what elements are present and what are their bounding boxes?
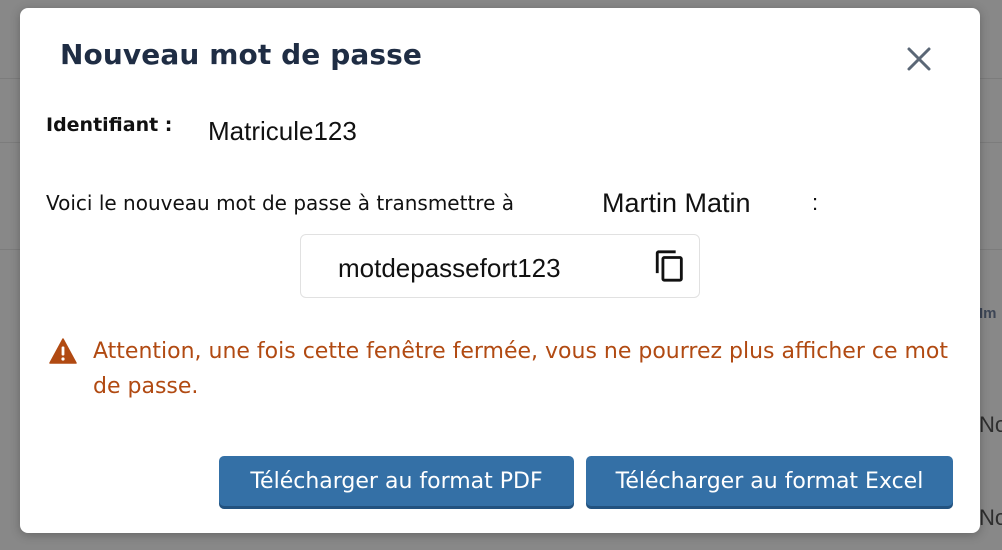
identifier-value: Matricule123: [208, 116, 357, 146]
dialog-title: Nouveau mot de passe: [60, 38, 423, 71]
close-button[interactable]: [904, 44, 934, 74]
message-text: Voici le nouveau mot de passe à transmet…: [46, 191, 514, 215]
background-row-text: No: [979, 412, 1002, 437]
password-value[interactable]: motdepassefort123: [338, 253, 561, 284]
close-icon: [907, 47, 931, 71]
download-pdf-button[interactable]: Télécharger au format PDF: [219, 456, 574, 506]
message-row: Voici le nouveau mot de passe à transmet…: [46, 188, 818, 218]
recipient-name: Martin Matin: [602, 188, 751, 218]
background-column-header: Im: [979, 305, 997, 322]
download-excel-button[interactable]: Télécharger au format Excel: [586, 456, 953, 506]
password-field: motdepassefort123: [300, 234, 700, 298]
warning-message: Attention, une fois cette fenêtre fermée…: [93, 339, 949, 399]
copy-button[interactable]: [653, 249, 687, 283]
identifier-row: Identifiant : Matricule123: [46, 114, 357, 146]
identifier-label: Identifiant :: [46, 114, 173, 136]
message-colon: :: [812, 190, 819, 215]
copy-icon: [655, 250, 683, 282]
new-password-dialog: Nouveau mot de passe Identifiant : Matri…: [20, 8, 980, 533]
warning-icon: [49, 338, 77, 364]
background-row-text: No: [979, 505, 1002, 530]
